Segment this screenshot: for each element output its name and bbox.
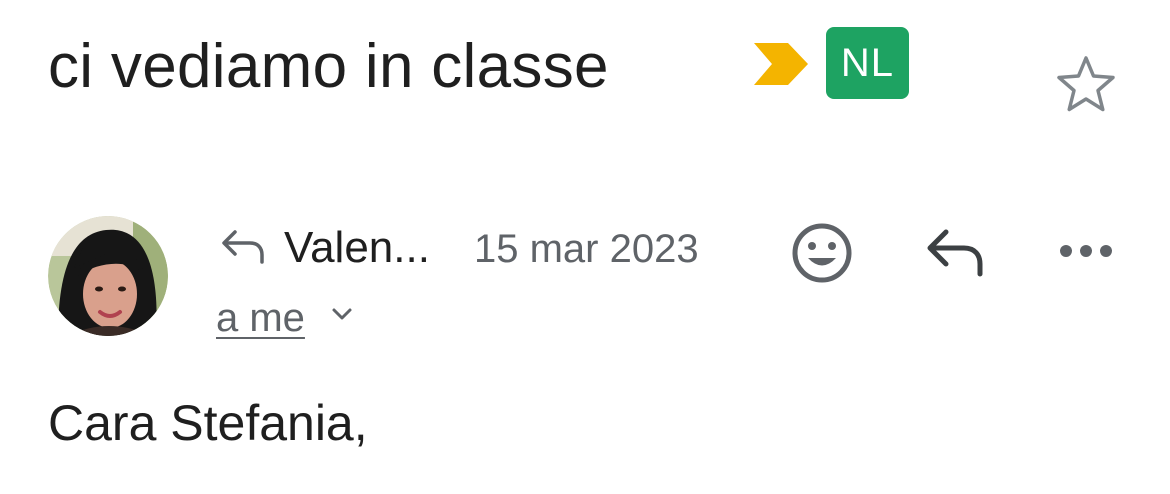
add-reaction-icon[interactable] xyxy=(790,221,854,285)
email-subject: ci vediamo in classe xyxy=(48,32,609,101)
label-chip-nl[interactable]: NL xyxy=(826,27,909,99)
chevron-down-icon[interactable] xyxy=(330,304,354,324)
email-date: 15 mar 2023 xyxy=(474,227,699,271)
importance-marker-icon[interactable] xyxy=(754,43,808,85)
star-outline-icon[interactable] xyxy=(1055,54,1117,114)
reply-arrow-icon xyxy=(222,230,264,264)
avatar[interactable] xyxy=(48,216,168,336)
sender-name[interactable]: Valen... xyxy=(284,220,430,276)
recipients-link[interactable]: a me xyxy=(216,292,305,344)
email-body-greeting: Cara Stefania, xyxy=(48,395,368,451)
reply-icon[interactable] xyxy=(924,226,986,278)
email-view: ci vediamo in classe NL Valen... 15 mar xyxy=(0,0,1170,494)
more-horizontal-icon[interactable] xyxy=(1058,240,1114,262)
